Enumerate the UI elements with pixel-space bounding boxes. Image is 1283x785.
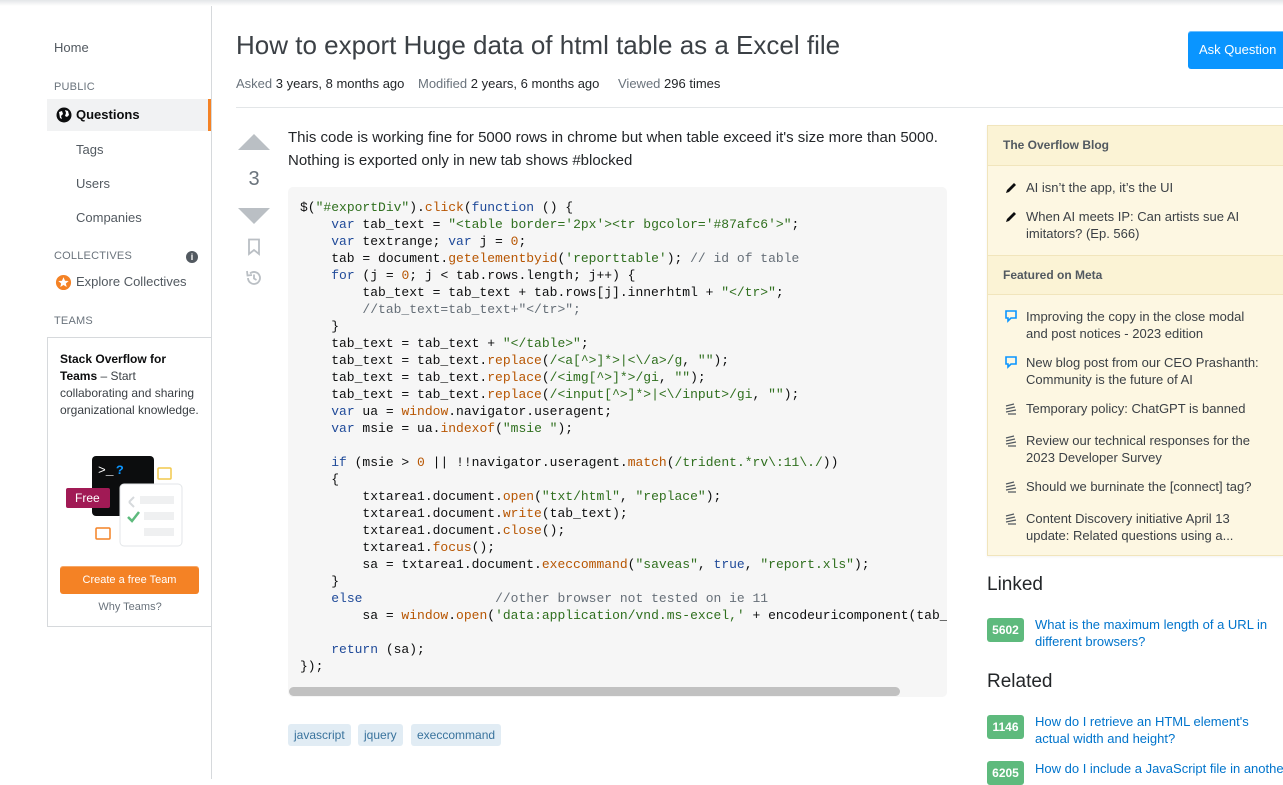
related-score[interactable]: 6205 xyxy=(987,761,1024,785)
svg-text:>_: >_ xyxy=(98,463,114,478)
question-title[interactable]: How to export Huge data of html table as… xyxy=(236,30,840,61)
question-body: This code is working fine for 5000 rows … xyxy=(288,129,938,169)
related-question[interactable]: How do I retrieve an HTML element's actu… xyxy=(1035,713,1283,747)
downvote-button[interactable] xyxy=(238,208,270,224)
teams-description: Stack Overflow for Teams – Start collabo… xyxy=(60,351,200,419)
modified-value[interactable]: 2 years, 6 months ago xyxy=(471,76,600,91)
asked-value[interactable]: 3 years, 8 months ago xyxy=(276,76,405,91)
viewed-meta: Viewed 296 times xyxy=(618,76,720,91)
pencil-icon xyxy=(1006,183,1016,193)
nav-companies[interactable]: Companies xyxy=(76,210,142,225)
collectives-icon xyxy=(55,274,72,291)
free-badge: Free xyxy=(75,491,100,505)
tag-javascript[interactable]: javascript xyxy=(288,724,351,746)
why-teams-link[interactable]: Why Teams? xyxy=(48,601,212,613)
meta-item[interactable]: Content Discovery initiative April 13 up… xyxy=(1026,510,1266,544)
modified-meta: Modified 2 years, 6 months ago xyxy=(418,76,599,91)
code-block[interactable]: $("#exportDiv").click(function () { var … xyxy=(288,187,947,697)
viewed-label: Viewed xyxy=(618,76,661,91)
asked-label: Asked xyxy=(236,76,273,91)
code-horizontal-scrollbar[interactable] xyxy=(289,687,900,696)
related-question[interactable]: How do I include a JavaScript file in an… xyxy=(1035,760,1283,777)
nav-section-public: PUBLIC xyxy=(54,81,95,93)
stack-icon xyxy=(1005,513,1017,525)
blog-item[interactable]: AI isn’t the app, it’s the UI xyxy=(1026,179,1266,196)
modified-label: Modified xyxy=(418,76,468,91)
blog-title: The Overflow Blog xyxy=(988,126,1283,166)
upvote-button[interactable] xyxy=(238,134,270,150)
meta-chat-icon xyxy=(1005,310,1017,323)
related-score[interactable]: 1146 xyxy=(987,715,1024,739)
nav-section-collectives: COLLECTIVES xyxy=(54,250,133,262)
nav-explore-collectives[interactable]: Explore Collectives xyxy=(76,274,187,289)
nav-questions-label: Questions xyxy=(76,107,140,122)
vote-count: 3 xyxy=(248,168,260,190)
stack-icon xyxy=(1005,435,1017,447)
header-divider xyxy=(236,107,1283,108)
svg-text:?: ? xyxy=(116,463,124,478)
pencil-icon xyxy=(1006,212,1016,222)
viewed-value: 296 times xyxy=(664,76,721,91)
nav-section-teams: TEAMS xyxy=(54,315,93,327)
linked-question[interactable]: What is the maximum length of a URL in d… xyxy=(1035,616,1275,650)
bookmark-icon[interactable] xyxy=(246,238,262,256)
stack-icon xyxy=(1005,403,1017,415)
meta-title: Featured on Meta xyxy=(988,255,1283,295)
teams-illustration-icon: >_ ? Free xyxy=(66,456,183,547)
code-content: $("#exportDiv").click(function () { var … xyxy=(300,200,947,674)
ask-question-button[interactable]: Ask Question xyxy=(1188,31,1283,69)
nav-users[interactable]: Users xyxy=(76,176,110,191)
meta-item[interactable]: New blog post from our CEO Prashanth: Co… xyxy=(1026,354,1266,388)
tag-jquery[interactable]: jquery xyxy=(358,724,403,746)
tag-execcommand[interactable]: execcommand xyxy=(411,724,502,746)
related-heading: Related xyxy=(987,671,1053,692)
meta-item[interactable]: Temporary policy: ChatGPT is banned xyxy=(1026,400,1266,417)
linked-heading: Linked xyxy=(987,574,1043,595)
nav-home[interactable]: Home xyxy=(54,40,89,55)
linked-score[interactable]: 5602 xyxy=(987,618,1024,642)
stack-icon xyxy=(1005,481,1017,493)
info-icon[interactable]: i xyxy=(186,251,198,263)
meta-item[interactable]: Improving the copy in the close modal an… xyxy=(1026,308,1266,342)
left-sidebar: Home PUBLIC Questions Tags Users Compani… xyxy=(0,6,212,779)
meta-chat-icon xyxy=(1005,356,1017,369)
blog-item[interactable]: When AI meets IP: Can artists sue AI imi… xyxy=(1026,208,1266,242)
meta-item[interactable]: Review our technical responses for the 2… xyxy=(1026,432,1266,466)
create-team-button[interactable]: Create a free Team xyxy=(60,566,199,594)
overflow-blog-widget: The Overflow Blog AI isn’t the app, it’s… xyxy=(987,125,1283,556)
history-icon[interactable] xyxy=(244,268,264,288)
meta-item[interactable]: Should we burninate the [connect] tag? xyxy=(1026,478,1266,495)
teams-promo: Stack Overflow for Teams – Start collabo… xyxy=(47,337,211,627)
asked-meta: Asked 3 years, 8 months ago xyxy=(236,76,404,91)
nav-tags[interactable]: Tags xyxy=(76,142,103,157)
nav-questions[interactable]: Questions xyxy=(47,99,211,131)
globe-icon xyxy=(56,107,72,123)
